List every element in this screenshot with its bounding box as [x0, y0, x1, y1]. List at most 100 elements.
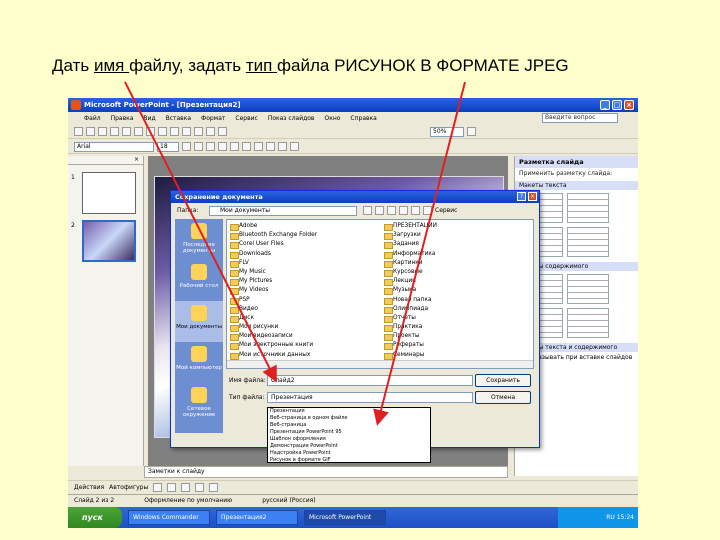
folder-item[interactable]: My Music: [229, 268, 379, 278]
folder-item[interactable]: Corel User Files: [229, 240, 379, 250]
italic-icon[interactable]: [194, 142, 203, 151]
folder-item[interactable]: Новая папка: [383, 296, 533, 305]
layout-thumb[interactable]: [567, 227, 609, 257]
taskbar-item[interactable]: Windows Commander: [128, 510, 210, 525]
place-item[interactable]: Последние документы: [175, 219, 223, 260]
autoshapes-menu[interactable]: Автофигуры: [109, 484, 148, 491]
numbering-icon[interactable]: [266, 142, 275, 151]
place-item[interactable]: Мой компьютер: [175, 342, 223, 383]
rectangle-icon[interactable]: [181, 483, 191, 492]
taskbar-item[interactable]: Презентация2: [216, 510, 298, 525]
folder-item[interactable]: Bluetooth Exchange Folder: [229, 231, 379, 241]
folder-item[interactable]: Диск: [229, 314, 379, 324]
filetype-option[interactable]: Веб-страница в одном файле: [268, 415, 430, 422]
menu-item[interactable]: Правка: [111, 115, 134, 122]
menu-item[interactable]: Сервис: [235, 115, 257, 122]
arrow-icon[interactable]: [167, 483, 177, 492]
menu-item[interactable]: Справка: [350, 115, 376, 122]
folder-item[interactable]: Downloads: [229, 250, 379, 259]
font-color-icon[interactable]: [290, 142, 299, 151]
open-icon[interactable]: [86, 127, 95, 136]
folder-item[interactable]: Информатика: [383, 250, 533, 259]
filetype-option[interactable]: Демонстрация PowerPoint: [268, 443, 430, 450]
horizontal-scrollbar[interactable]: [227, 360, 533, 368]
panel-tabs[interactable]: ×: [68, 156, 143, 165]
preview-icon[interactable]: [122, 127, 131, 136]
cancel-button[interactable]: Отмена: [475, 391, 531, 404]
align-center-icon[interactable]: [242, 142, 251, 151]
layout-thumb[interactable]: [567, 308, 609, 338]
slide-thumbnail-2[interactable]: [82, 220, 136, 262]
folder-item[interactable]: Задания: [383, 240, 533, 250]
folder-item[interactable]: ПРЕЗЕНТАЦИИ: [383, 222, 533, 232]
up-folder-icon[interactable]: [375, 206, 384, 215]
look-in-combo[interactable]: Мои документы: [209, 206, 357, 216]
print-icon[interactable]: [110, 127, 119, 136]
filetype-option[interactable]: Надстройка PowerPoint: [268, 450, 430, 457]
taskbar-item-active[interactable]: Microsoft PowerPoint: [304, 510, 386, 525]
help-search-input[interactable]: Введите вопрос: [542, 113, 618, 123]
bullets-icon[interactable]: [278, 142, 287, 151]
redo-icon[interactable]: [194, 127, 203, 136]
folder-item[interactable]: Курсовые: [383, 268, 533, 278]
chart-icon[interactable]: [206, 127, 215, 136]
close-icon[interactable]: ×: [624, 100, 634, 110]
folder-item[interactable]: Мои рисунки: [229, 323, 379, 333]
actions-menu[interactable]: Действия: [74, 484, 104, 491]
folder-item[interactable]: Практика: [383, 323, 533, 333]
shadow-icon[interactable]: [218, 142, 227, 151]
dialog-title[interactable]: Сохранение документа: [171, 191, 539, 203]
font-size-combo[interactable]: 18: [157, 141, 179, 152]
save-icon[interactable]: [98, 127, 107, 136]
delete-icon[interactable]: [399, 206, 408, 215]
menu-item[interactable]: Файл: [84, 115, 101, 122]
search-icon[interactable]: [387, 206, 396, 215]
folder-item[interactable]: Мои видеозаписи: [229, 332, 379, 342]
textbox-icon[interactable]: [209, 483, 219, 492]
filetype-option[interactable]: Презентация: [268, 408, 430, 415]
cut-icon[interactable]: [146, 127, 155, 136]
copy-icon[interactable]: [158, 127, 167, 136]
start-button[interactable]: пуск: [68, 507, 122, 528]
layout-thumb[interactable]: [567, 193, 609, 223]
folder-item[interactable]: Adobe: [229, 222, 379, 232]
oval-icon[interactable]: [195, 483, 205, 492]
paste-icon[interactable]: [170, 127, 179, 136]
menu-item[interactable]: Окно: [324, 115, 340, 122]
folder-item[interactable]: PSP: [229, 296, 379, 305]
notes-pane[interactable]: Заметки к слайду: [144, 466, 508, 478]
folder-item[interactable]: Мои электронные книги: [229, 341, 379, 351]
folder-item[interactable]: My Pictures: [229, 277, 379, 287]
folder-item[interactable]: Видео: [229, 305, 379, 314]
filetype-option[interactable]: Веб-страница: [268, 422, 430, 429]
folder-item[interactable]: Картинки: [383, 259, 533, 268]
filetype-option[interactable]: Рисунок в формате GIF: [268, 457, 430, 462]
folder-item[interactable]: Рефераты: [383, 341, 533, 351]
filetype-option[interactable]: Презентация PowerPoint 95: [268, 429, 430, 436]
file-list[interactable]: Adobe Bluetooth Exchange Folder Corel User…: [226, 219, 534, 369]
align-right-icon[interactable]: [254, 142, 263, 151]
folder-item[interactable]: FLV: [229, 259, 379, 268]
menu-item[interactable]: Показ слайдов: [268, 115, 315, 122]
window-titlebar[interactable]: Microsoft PowerPoint - [Презентация2] _ …: [68, 98, 638, 112]
folder-item[interactable]: Мои источники данных: [229, 351, 379, 360]
place-item[interactable]: Рабочий стол: [175, 260, 223, 301]
folder-item[interactable]: Проекты: [383, 332, 533, 342]
dialog-help-icon[interactable]: ?: [517, 192, 526, 201]
filename-input[interactable]: Слайд2: [267, 375, 473, 386]
menu-item[interactable]: Вставка: [166, 115, 191, 122]
filetype-option[interactable]: Шаблон оформления: [268, 436, 430, 443]
spelling-icon[interactable]: [134, 127, 143, 136]
menu-item[interactable]: Формат: [201, 115, 225, 122]
align-left-icon[interactable]: [230, 142, 239, 151]
folder-item[interactable]: My Videos: [229, 286, 379, 296]
dialog-close-icon[interactable]: ×: [528, 192, 537, 201]
maximize-icon[interactable]: □: [612, 100, 622, 110]
font-name-combo[interactable]: Arial: [74, 141, 154, 152]
zoom-combo[interactable]: 50%: [430, 126, 464, 137]
line-icon[interactable]: [153, 483, 163, 492]
folder-item[interactable]: Музыка: [383, 286, 533, 296]
save-button[interactable]: Сохранить: [475, 374, 531, 387]
place-item[interactable]: Мои документы: [175, 301, 223, 342]
layout-thumb[interactable]: [567, 274, 609, 304]
